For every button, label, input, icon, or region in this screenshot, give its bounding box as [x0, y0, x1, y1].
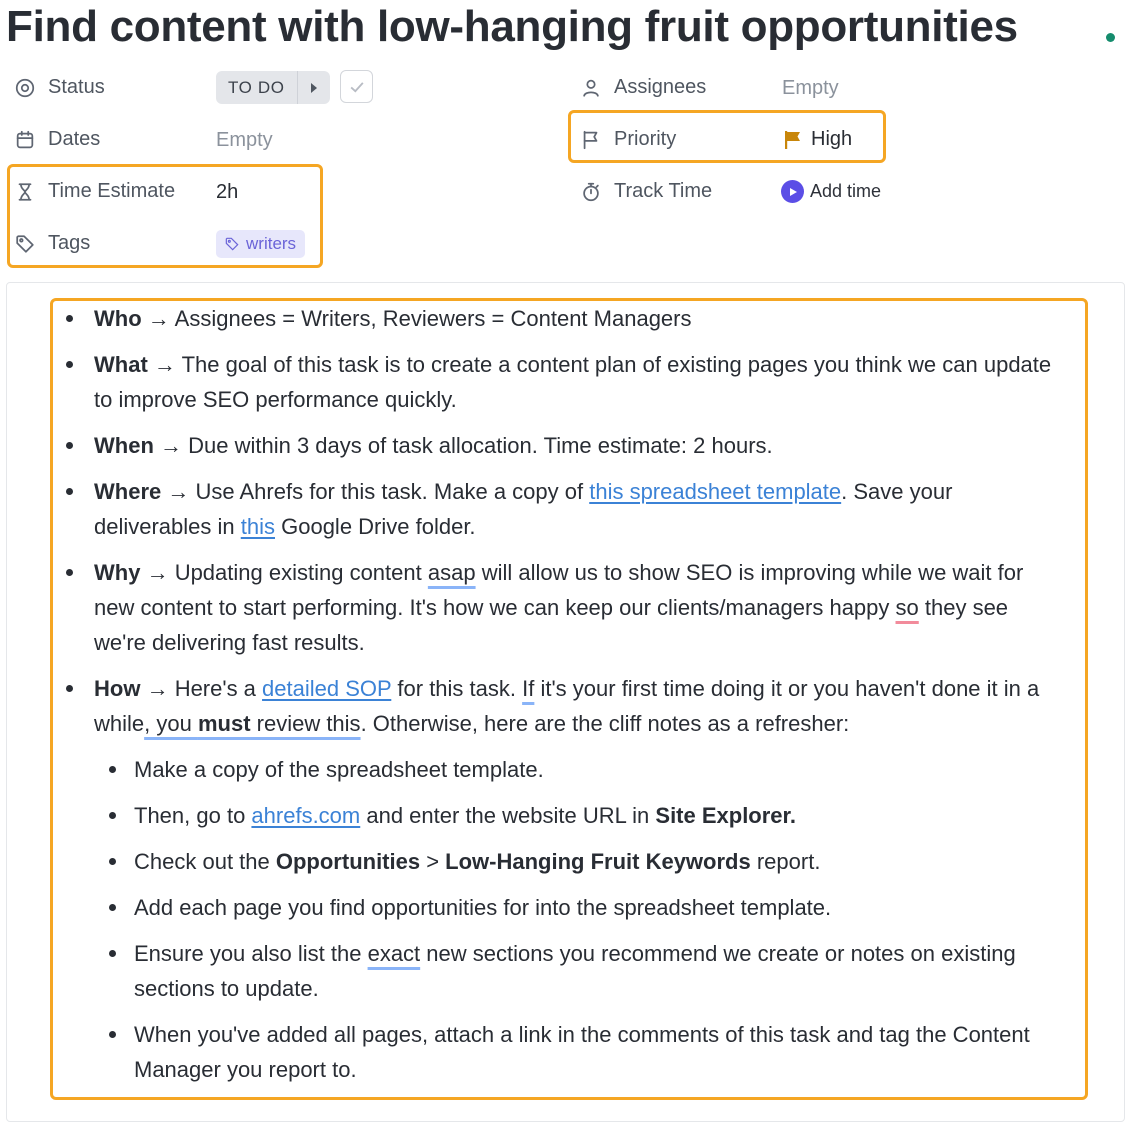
track-time-label: Track Time [614, 180, 713, 202]
arrow: → [161, 479, 196, 504]
arrow: → [140, 676, 175, 701]
add-time-button[interactable]: Add time [781, 180, 881, 203]
why-heading: Why [94, 560, 141, 585]
when-heading: When [94, 433, 154, 458]
status-dropdown[interactable]: TO DO [216, 71, 330, 104]
low-hanging-fruit-bold: Low-Hanging Fruit Keywords [445, 849, 751, 874]
step-2-text-a: Then, go to [134, 803, 252, 828]
status-next-arrow-icon[interactable] [296, 71, 330, 104]
status-icon [15, 78, 35, 97]
step-4-text: Add each page you find opportunities for… [134, 895, 832, 920]
spelling-suggestion[interactable]: so [896, 595, 919, 620]
step-item: Ensure you also list the exact new secti… [94, 936, 1063, 1006]
how-flag-2: , you [144, 711, 198, 736]
why-text-1: Updating existing content [174, 560, 428, 585]
where-text-3: Google Drive folder. [275, 514, 476, 539]
what-text: The goal of this task is to create a con… [94, 352, 1052, 412]
grammar-suggestion[interactable]: asap [428, 560, 476, 585]
arrow: → [153, 433, 189, 458]
where-heading: Where [94, 479, 162, 504]
how-text-4: . Otherwise, here are the cliff notes as… [360, 711, 850, 736]
grammar-suggestion[interactable]: , you must review this [144, 711, 360, 736]
step-3-text-b: > [420, 849, 446, 874]
complete-task-button[interactable] [340, 70, 373, 103]
step-3-text-c: report. [750, 849, 821, 874]
add-time-label: Add time [810, 181, 882, 201]
how-flag-3: review this [250, 711, 361, 736]
task-title[interactable]: Find content with low-hanging fruit oppo… [6, 2, 1018, 52]
grammar-suggestion[interactable]: If [522, 676, 534, 701]
grammar-suggestion[interactable]: exact [368, 941, 421, 966]
who-text: Assignees = Writers, Reviewers = Content… [174, 306, 692, 331]
step-item: When you've added all pages, attach a li… [94, 1017, 1063, 1087]
person-icon [583, 79, 599, 97]
step-item: Add each page you find opportunities for… [94, 890, 1063, 925]
list-item-how: How → Here's a detailed SOP for this tas… [53, 671, 1063, 1087]
status-value[interactable]: TO DO [216, 71, 297, 104]
when-text: Due within 3 days of task allocation. Ti… [188, 433, 773, 458]
arrow: → [140, 560, 175, 585]
highlight-time-tags [7, 164, 323, 268]
drive-folder-link[interactable]: this [241, 514, 275, 539]
step-2-text-b: and enter the website URL in [360, 803, 656, 828]
list-item-where: Where → Use Ahrefs for this task. Make a… [53, 474, 1063, 544]
step-3-text-a: Check out the [134, 849, 276, 874]
highlight-priority [568, 110, 886, 163]
checkmark-icon [350, 81, 364, 92]
list-item-what: What → The goal of this task is to creat… [53, 347, 1063, 417]
dates-value[interactable]: Empty [216, 129, 273, 152]
status-indicator-dot [1106, 33, 1115, 42]
step-item: Make a copy of the spreadsheet template. [94, 752, 1063, 787]
detailed-sop-link[interactable]: detailed SOP [262, 676, 391, 701]
play-icon [781, 180, 804, 203]
what-heading: What [94, 352, 148, 377]
dates-label: Dates [48, 128, 101, 150]
arrow: → [147, 352, 182, 377]
list-item-when: When → Due within 3 days of task allocat… [53, 428, 1063, 463]
track-time-field-label: Track Time [580, 180, 712, 203]
description-list: Who → Assignees = Writers, Reviewers = C… [53, 301, 1063, 1098]
assignees-value[interactable]: Empty [782, 77, 839, 100]
site-explorer-bold: Site Explorer. [655, 803, 797, 828]
opportunities-bold: Opportunities [275, 849, 421, 874]
how-text-1: Here's a [174, 676, 263, 701]
step-item: Then, go to ahrefs.com and enter the web… [94, 798, 1063, 833]
arrow: → [141, 306, 175, 331]
assignees-field-label: Assignees [580, 76, 706, 99]
assignees-label: Assignees [614, 76, 707, 98]
dates-field-label: Dates [14, 128, 100, 151]
where-text-1: Use Ahrefs for this task. Make a copy of [195, 479, 590, 504]
spreadsheet-template-link[interactable]: this spreadsheet template [589, 479, 841, 504]
how-heading: How [94, 676, 141, 701]
status-label: Status [48, 76, 105, 98]
stopwatch-icon [583, 182, 599, 201]
list-item-who: Who → Assignees = Writers, Reviewers = C… [53, 301, 1063, 336]
must-bold: must [197, 711, 251, 736]
who-heading: Who [94, 306, 142, 331]
status-field-label: Status [14, 76, 105, 99]
step-5-text-a: Ensure you also list the [134, 941, 368, 966]
calendar-icon [16, 130, 34, 148]
how-text-2: for this task. [391, 676, 523, 701]
step-6-text: When you've added all pages, attach a li… [134, 1022, 1030, 1082]
step-item: Check out the Opportunities > Low-Hangin… [94, 844, 1063, 879]
how-steps-list: Make a copy of the spreadsheet template.… [94, 752, 1063, 1087]
step-1-text: Make a copy of the spreadsheet template. [134, 757, 544, 782]
list-item-why: Why → Updating existing content asap wil… [53, 555, 1063, 660]
ahrefs-link[interactable]: ahrefs.com [251, 803, 360, 828]
